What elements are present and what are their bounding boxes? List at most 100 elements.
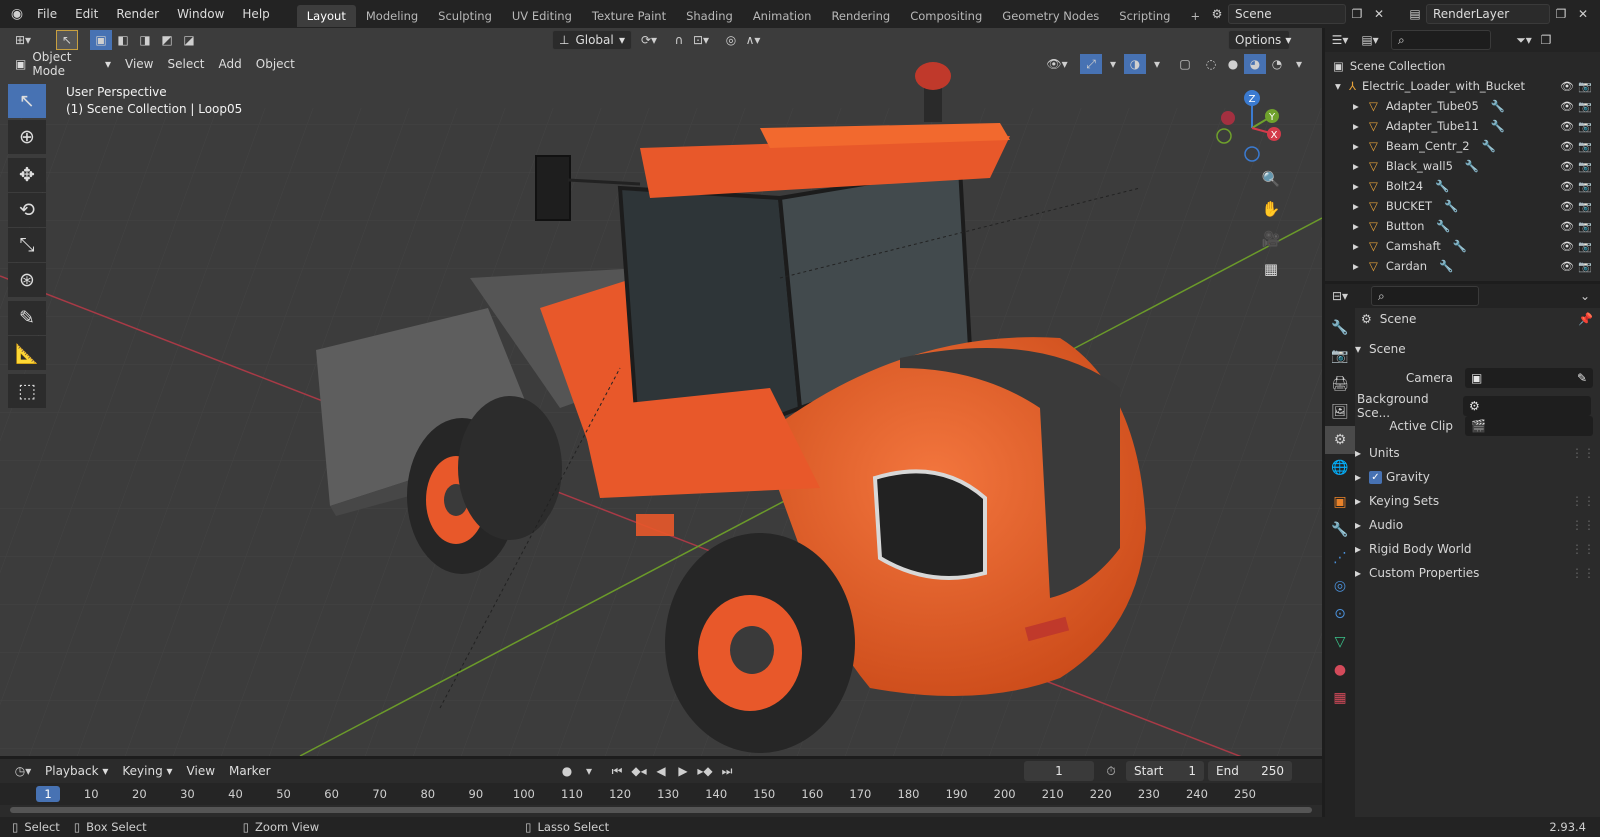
snap-icon[interactable]: ∩ [668, 30, 690, 50]
move-icon[interactable]: ✥ [8, 158, 46, 192]
select-intersect-icon[interactable]: ◪ [178, 30, 200, 50]
outliner-item[interactable]: ▸ ▽ BUCKET 🔧 👁 📷 [1325, 196, 1600, 216]
tab-sculpting[interactable]: Sculpting [428, 5, 502, 27]
current-frame-marker[interactable]: 1 [36, 786, 60, 802]
gizmo-icon[interactable]: ⤢ [1080, 54, 1102, 74]
measure-icon[interactable]: 📐 [8, 336, 46, 370]
texture-tab-icon[interactable]: ▦ [1325, 684, 1355, 712]
outliner-item[interactable]: ▸ ▽ Cardan 🔧 👁 📷 [1325, 256, 1600, 276]
object-tab-icon[interactable]: ▣ [1325, 488, 1355, 516]
drag-handle-icon[interactable]: ⋮⋮ [1571, 542, 1595, 556]
data-tab-icon[interactable]: ▽ [1325, 628, 1355, 656]
render-camera-icon[interactable]: 📷 [1578, 100, 1592, 113]
neg-x-handle[interactable] [1221, 111, 1235, 125]
camera-view-icon[interactable]: 🎥 [1258, 226, 1284, 252]
outliner-item[interactable]: ▸ ▽ Black_wall5 🔧 👁 📷 [1325, 156, 1600, 176]
background-scene-field[interactable]: ⚙ [1463, 396, 1591, 416]
render-camera-icon[interactable]: 📷 [1578, 240, 1592, 253]
visibility-icon[interactable]: 👁▾ [1046, 54, 1068, 74]
view-layer-field[interactable]: RenderLayer [1426, 4, 1550, 24]
editor-type-icon[interactable]: ⊞▾ [8, 30, 38, 50]
menu-view[interactable]: View [118, 54, 160, 74]
overlay-icon[interactable]: ◑ [1124, 54, 1146, 74]
view-layer-icon[interactable]: ▤ [1404, 4, 1426, 24]
select-tool-icon[interactable]: ↖ [56, 30, 78, 50]
zoom-icon[interactable]: 🔍 [1258, 166, 1284, 192]
menu-object[interactable]: Object [249, 54, 302, 74]
collapsed-section[interactable]: ▸ Custom Properties ⋮⋮ [1355, 566, 1595, 580]
render-camera-icon[interactable]: 📷 [1578, 220, 1592, 233]
tab-scripting[interactable]: Scripting [1109, 5, 1180, 27]
camera-field[interactable]: ▣ ✎ [1465, 368, 1593, 388]
record-dropdown-icon[interactable]: ▾ [578, 761, 600, 781]
perspective-grid-icon[interactable]: ▦ [1258, 256, 1284, 282]
play-icon[interactable]: ▶ [672, 761, 694, 781]
menu-playback[interactable]: Playback ▾ [38, 761, 115, 781]
next-keyframe-icon[interactable]: ▸◆ [694, 761, 716, 781]
scene-tab-icon[interactable]: ⚙ [1325, 426, 1355, 454]
visibility-eye-icon[interactable]: 👁 [1560, 100, 1574, 113]
shading-dropdown-icon[interactable]: ▾ [1288, 54, 1310, 74]
outliner-root[interactable]: ▣ Scene Collection [1325, 56, 1600, 76]
timeline-ruler[interactable]: 1 10 20 30 40 50 60 70 80 90 100 110 120 130 140 150 160… [0, 783, 1322, 805]
outliner-item[interactable]: ▸ ▽ Beam_Centr_2 🔧 👁 📷 [1325, 136, 1600, 156]
select-box-icon[interactable]: ↖ [8, 84, 46, 118]
outliner-editor-icon[interactable]: ☰▾ [1325, 30, 1355, 50]
visibility-eye-icon[interactable]: 👁 [1560, 260, 1574, 273]
visibility-eye-icon[interactable]: 👁 [1560, 120, 1574, 133]
menu-add[interactable]: Add [212, 54, 249, 74]
render-camera-icon[interactable]: 📷 [1578, 140, 1592, 153]
select-new-icon[interactable]: ▣ [90, 30, 112, 50]
scale-icon[interactable]: ⤡ [8, 228, 46, 262]
tool-tab-icon[interactable]: 🔧 [1325, 314, 1355, 342]
drag-handle-icon[interactable]: ⋮⋮ [1571, 494, 1595, 508]
outliner-search-input[interactable]: ⌕ [1391, 30, 1491, 50]
options-dropdown[interactable]: Options ▾ [1228, 30, 1291, 50]
neg-y-handle[interactable] [1216, 128, 1232, 144]
drag-handle-icon[interactable]: ⋮⋮ [1571, 446, 1595, 460]
scene-panel-header[interactable]: ▾ Scene [1355, 342, 1600, 356]
new-view-layer-icon[interactable]: ❐ [1550, 4, 1572, 24]
timeline-scrollbar[interactable] [10, 807, 1312, 813]
delete-view-layer-icon[interactable]: ✕ [1572, 4, 1594, 24]
scene-icon[interactable]: ⚙ [1206, 4, 1228, 24]
tab-animation[interactable]: Animation [743, 5, 822, 27]
properties-editor-icon[interactable]: ⊟▾ [1325, 286, 1355, 306]
preview-range-icon[interactable]: ⏱ [1100, 761, 1122, 781]
collapsed-section[interactable]: ▸ Rigid Body World ⋮⋮ [1355, 542, 1595, 556]
tab-compositing[interactable]: Compositing [900, 5, 992, 27]
snap-target-icon[interactable]: ⊡▾ [690, 30, 712, 50]
tab-layout[interactable]: Layout [296, 4, 356, 27]
visibility-eye-icon[interactable]: 👁 [1560, 220, 1574, 233]
render-camera-icon[interactable]: 📷 [1578, 180, 1592, 193]
view-layer-tab-icon[interactable]: 🖼 [1325, 398, 1355, 426]
outliner-item[interactable]: ▸ ▽ Bolt24 🔧 👁 📷 [1325, 176, 1600, 196]
menu-keying[interactable]: Keying ▾ [115, 761, 179, 781]
collapsed-section[interactable]: ▸ Units ⋮⋮ [1355, 446, 1595, 460]
current-frame-field[interactable]: 1 [1024, 761, 1094, 781]
outliner-object[interactable]: ▾ ⅄ Electric_Loader_with_Bucket 👁 📷 [1325, 76, 1600, 96]
tab-geometry-nodes[interactable]: Geometry Nodes [992, 5, 1109, 27]
collapsed-section[interactable]: ▸ Keying Sets ⋮⋮ [1355, 494, 1595, 508]
physics-tab-icon[interactable]: ◎ [1325, 572, 1355, 600]
collapsed-section[interactable]: ▸ Audio ⋮⋮ [1355, 518, 1595, 532]
tab-shading[interactable]: Shading [676, 5, 743, 27]
menu-render[interactable]: Render [107, 0, 168, 28]
select-invert-icon[interactable]: ◩ [156, 30, 178, 50]
modifier-tab-icon[interactable]: 🔧 [1325, 516, 1355, 544]
pivot-point-icon[interactable]: ⟳▾ [638, 30, 660, 50]
outliner-item[interactable]: ▸ ▽ Camshaft 🔧 👁 📷 [1325, 236, 1600, 256]
tab-uv-editing[interactable]: UV Editing [502, 5, 582, 27]
end-frame-field[interactable]: End 250 [1208, 761, 1292, 781]
wireframe-shading-icon[interactable]: ◌ [1200, 54, 1222, 74]
blender-logo-icon[interactable]: ◉ [6, 4, 28, 24]
menu-select[interactable]: Select [160, 54, 211, 74]
rotate-icon[interactable]: ⟲ [8, 193, 46, 227]
menu-help[interactable]: Help [233, 0, 278, 28]
eyedropper-icon[interactable]: ✎ [1577, 371, 1587, 385]
menu-timeline-view[interactable]: View [180, 761, 222, 781]
display-mode-icon[interactable]: ▤▾ [1355, 30, 1385, 50]
play-reverse-icon[interactable]: ◀ [650, 761, 672, 781]
active-clip-field[interactable]: 🎬 [1465, 416, 1593, 436]
properties-search-input[interactable]: ⌕ [1371, 286, 1479, 306]
